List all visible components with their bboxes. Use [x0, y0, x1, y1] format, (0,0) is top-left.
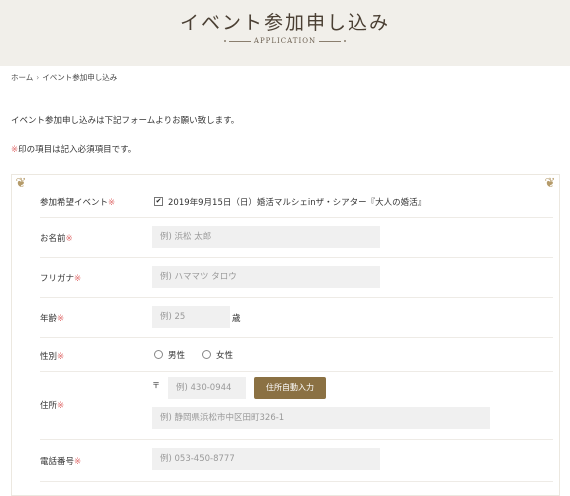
address-label: 住所※ [40, 399, 64, 411]
breadcrumb-current: イベント参加申し込み [42, 73, 118, 82]
gender-male-radio[interactable] [154, 350, 163, 359]
event-label-text: 参加希望イベント [40, 198, 109, 208]
ornament-line [319, 40, 342, 42]
ornament-line [228, 40, 251, 42]
ornament-dot [344, 40, 347, 42]
gender-male-label: 男性 [168, 351, 186, 361]
gender-row: 性別※ 男性 女性 [40, 337, 553, 372]
gender-label: 性別※ [40, 350, 64, 362]
furigana-input[interactable]: 例) ハママツ タロウ [152, 266, 380, 288]
age-row: 年齢※ 例) 25 歳 [40, 297, 553, 338]
page-subtitle: APPLICATION [0, 37, 570, 45]
event-option-label: 2019年9月15日（日）婚活マルシェinザ・シアター『大人の婚活』 [168, 198, 427, 208]
name-row: お名前※ 例) 浜松 太郎 [40, 217, 553, 258]
required-mark: ※ [74, 274, 82, 284]
event-row: 参加希望イベント※ ✔ 2019年9月15日（日）婚活マルシェinザ・シアター『… [40, 175, 553, 218]
page-subtitle-text: APPLICATION [253, 37, 317, 45]
postal-code-input[interactable]: 例) 430-0944 [168, 377, 246, 399]
furigana-label: フリガナ※ [40, 272, 81, 284]
phone-row: 電話番号※ 例) 053-450-8777 [40, 439, 553, 482]
age-label: 年齢※ [40, 312, 64, 324]
address-autofill-button[interactable]: 住所自動入力 [254, 377, 326, 399]
address-label-text: 住所 [40, 401, 58, 411]
required-mark: ※ [74, 457, 82, 467]
ornament-dot [223, 40, 226, 42]
furigana-row: フリガナ※ 例) ハママツ タロウ [40, 257, 553, 298]
phone-input[interactable]: 例) 053-450-8777 [152, 448, 380, 470]
phone-label: 電話番号※ [40, 455, 81, 467]
required-note-text: 印の項目は記入必須項目です。 [18, 145, 137, 155]
required-mark: ※ [57, 352, 65, 362]
application-form: ❦ ❦ 参加希望イベント※ ✔ 2019年9月15日（日）婚活マルシェinザ・シ… [11, 174, 560, 496]
required-mark: ※ [108, 198, 116, 208]
address-row: 住所※ 〒 例) 430-0944 住所自動入力 例) 静岡県浜松市中区田町32… [40, 371, 553, 440]
name-label: お名前※ [40, 232, 73, 244]
breadcrumb: ホーム › イベント参加申し込み [11, 72, 117, 83]
furigana-label-text: フリガナ [40, 274, 75, 284]
breadcrumb-home-link[interactable]: ホーム [11, 73, 33, 82]
postal-mark: 〒 [152, 381, 160, 390]
required-note: ※印の項目は記入必須項目です。 [11, 143, 136, 155]
page-header: イベント参加申し込み APPLICATION [0, 0, 570, 66]
intro-text: イベント参加申し込みは下記フォームよりお願い致します。 [11, 116, 240, 126]
gender-label-text: 性別 [40, 352, 58, 362]
age-input[interactable]: 例) 25 [152, 306, 230, 328]
address-input[interactable]: 例) 静岡県浜松市中区田町326-1 [152, 407, 490, 429]
name-label-text: お名前 [40, 234, 66, 244]
required-mark: ※ [57, 314, 65, 324]
breadcrumb-separator: › [36, 73, 40, 82]
required-mark: ※ [65, 234, 73, 244]
required-mark: ※ [57, 401, 65, 411]
gender-female-label: 女性 [216, 351, 234, 361]
event-label: 参加希望イベント※ [40, 196, 115, 208]
age-unit: 歳 [232, 314, 241, 324]
name-input[interactable]: 例) 浜松 太郎 [152, 226, 380, 248]
phone-label-text: 電話番号 [40, 457, 75, 467]
page-title: イベント参加申し込み [179, 12, 390, 34]
age-label-text: 年齢 [40, 314, 58, 324]
gender-female-radio[interactable] [202, 350, 211, 359]
ornament-corner-icon: ❦ [15, 176, 27, 191]
event-checkbox[interactable]: ✔ [154, 197, 163, 206]
